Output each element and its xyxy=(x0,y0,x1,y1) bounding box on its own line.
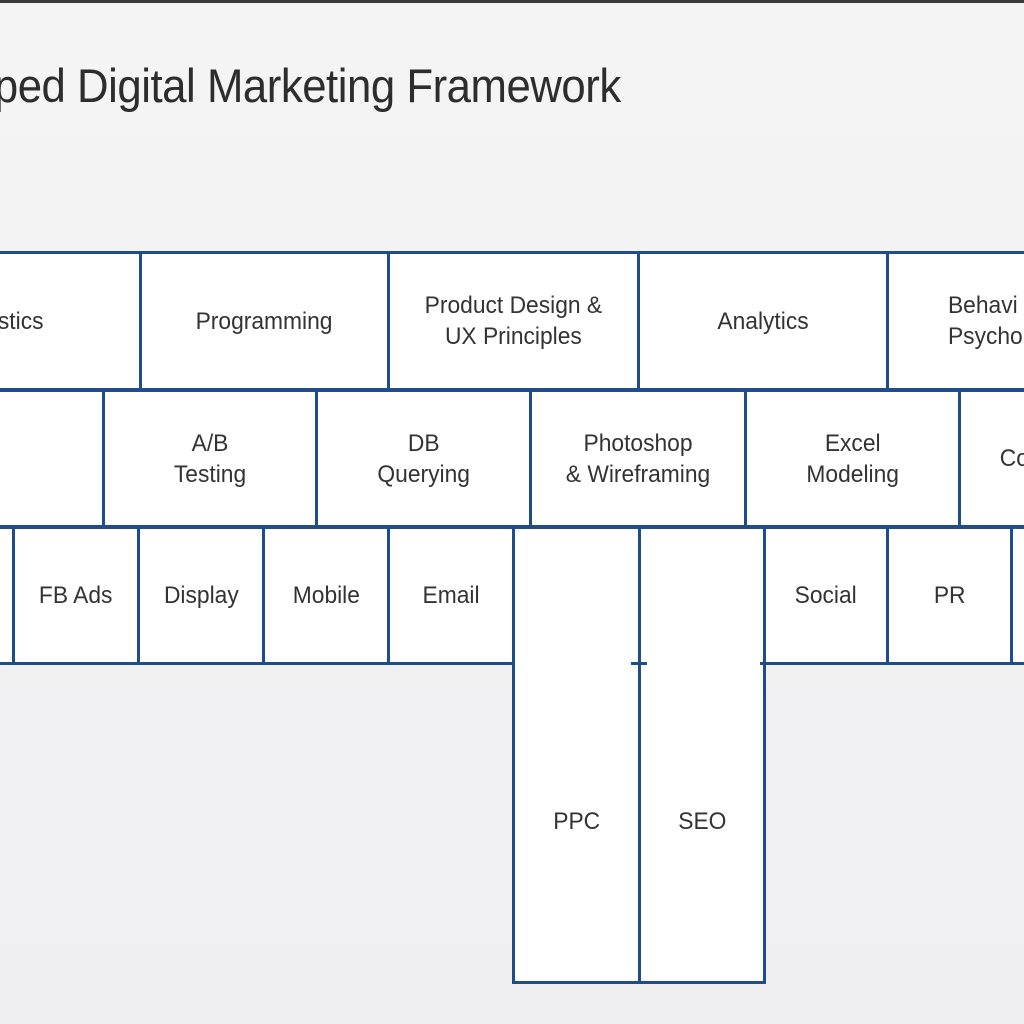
cell-analytics: Analytics xyxy=(637,251,889,391)
cell-photoshop-wireframing: Photoshop & Wireframing xyxy=(529,389,747,528)
cell-social: Social xyxy=(762,526,889,665)
cell-statistics: tistics xyxy=(0,251,142,391)
cell-channel-right-partial xyxy=(1010,526,1024,665)
cell-programming: Programming xyxy=(139,251,390,391)
cell-pr: PR xyxy=(886,526,1013,665)
cell-seo: SEO xyxy=(638,526,766,984)
cell-ppc: PPC xyxy=(512,526,641,984)
top-border xyxy=(0,0,1024,3)
cell-db-querying: DB Querying xyxy=(315,389,533,528)
cell-product-design-ux: Product Design & UX Principles xyxy=(387,251,640,391)
page-title: pped Digital Marketing Framework xyxy=(0,59,621,112)
cell-content: Co xyxy=(958,389,1024,528)
cell-behavioral-psychology: Behavi Psycho xyxy=(886,251,1024,391)
cell-display: Display xyxy=(137,526,265,665)
cell-cro: O xyxy=(0,389,105,528)
cell-mobile: Mobile xyxy=(262,526,390,665)
cell-email: Email xyxy=(387,526,516,665)
cell-ab-testing: A/B Testing xyxy=(102,389,319,528)
cell-excel-modeling: Excel Modeling xyxy=(744,389,962,528)
cell-fb-ads: FB Ads xyxy=(12,526,140,665)
divider-tick xyxy=(760,662,766,665)
divider-tick xyxy=(631,662,647,665)
